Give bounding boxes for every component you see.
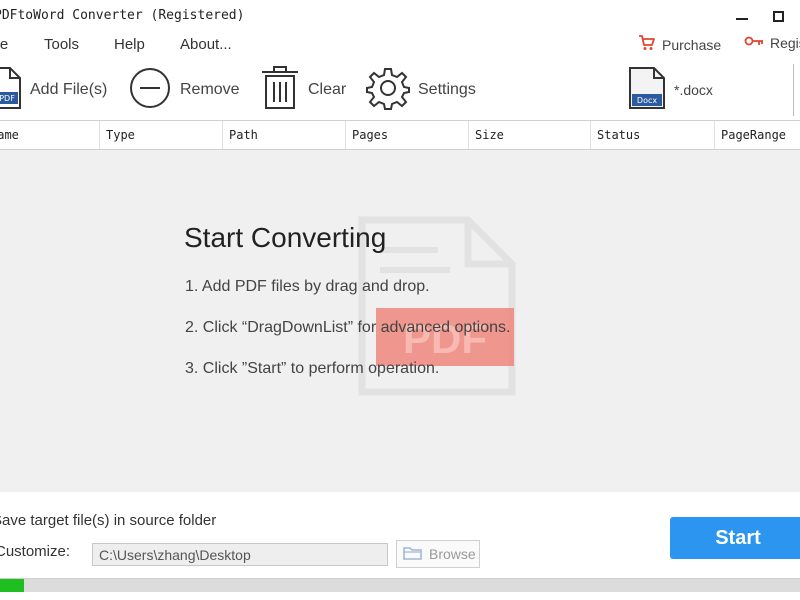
title-bar: PDFtoWord Converter (Registered) [0, 0, 800, 32]
remove-button[interactable]: Remove [128, 66, 240, 114]
key-icon [744, 34, 764, 51]
purchase-label: Purchase [662, 36, 722, 53]
settings-button[interactable]: Settings [366, 66, 476, 114]
menu-help[interactable]: Help [114, 36, 145, 53]
column-pagerange[interactable]: PageRange [715, 121, 800, 149]
maximize-icon [772, 10, 784, 22]
trash-icon [260, 65, 300, 115]
svg-text:PDF: PDF [0, 94, 15, 103]
instruction-step: 3. Click ”Start” to perform operation. [185, 360, 440, 377]
column-name[interactable]: Name [0, 121, 100, 149]
maximize-button[interactable] [763, 4, 793, 28]
register-label: Register [770, 34, 800, 51]
clear-label: Clear [308, 81, 347, 98]
purchase-link[interactable]: Purchase [638, 34, 721, 55]
toolbar: PDF Add File(s) Remove Clear Settings Do… [0, 58, 800, 120]
cart-icon [638, 34, 656, 55]
empty-state-title: Start Converting [184, 222, 387, 253]
output-options-panel: Save target file(s) in source folder Cus… [0, 492, 800, 600]
menu-about[interactable]: About... [180, 36, 232, 53]
folder-icon [403, 545, 423, 564]
window-title: PDFtoWord Converter (Registered) [0, 8, 245, 23]
progress-fill [0, 579, 24, 592]
svg-text:Docx: Docx [637, 96, 657, 105]
remove-label: Remove [180, 81, 240, 98]
column-status[interactable]: Status [591, 121, 715, 149]
menu-tools[interactable]: Tools [44, 36, 79, 53]
column-type[interactable]: Type [100, 121, 223, 149]
settings-label: Settings [418, 81, 476, 98]
customize-label: Customize: [0, 543, 71, 560]
column-pages[interactable]: Pages [346, 121, 469, 149]
register-link[interactable]: Register [744, 34, 800, 51]
minimize-icon [736, 18, 748, 20]
file-list-header: Name Type Path Pages Size Status PageRan… [0, 120, 800, 150]
instruction-step: 1. Add PDF files by drag and drop. [185, 278, 430, 295]
minus-circle-icon [128, 66, 172, 115]
menu-bar: File Tools Help About... Purchase Regist… [0, 32, 800, 58]
instruction-step: 2. Click “DragDownList” for advanced opt… [185, 319, 511, 336]
clear-button[interactable]: Clear [260, 65, 347, 115]
save-in-source-label: Save target file(s) in source folder [0, 512, 217, 529]
output-path-field[interactable]: C:\Users\zhang\Desktop [92, 543, 388, 566]
conversion-progress-bar [0, 578, 800, 592]
minimize-button[interactable] [727, 4, 757, 28]
customize-option[interactable]: Customize: [0, 543, 70, 560]
output-format-selector[interactable]: Docx *.docx [628, 66, 713, 114]
add-files-label: Add File(s) [30, 81, 108, 98]
start-button[interactable]: Start [670, 517, 800, 559]
docx-file-icon: Docx [628, 66, 666, 115]
file-drop-area[interactable]: PDF Start Converting 1. Add PDF files by… [0, 150, 800, 492]
output-format-label: *.docx [674, 82, 713, 98]
column-path[interactable]: Path [223, 121, 346, 149]
toolbar-divider [793, 64, 794, 116]
pdf-file-icon: PDF [0, 66, 22, 115]
browse-label: Browse [429, 546, 476, 562]
browse-button[interactable]: Browse [396, 540, 480, 568]
gear-icon [366, 66, 410, 115]
menu-file[interactable]: File [0, 36, 8, 53]
save-in-source-option[interactable]: Save target file(s) in source folder [0, 512, 216, 529]
column-size[interactable]: Size [469, 121, 591, 149]
add-files-button[interactable]: PDF Add File(s) [0, 66, 107, 114]
